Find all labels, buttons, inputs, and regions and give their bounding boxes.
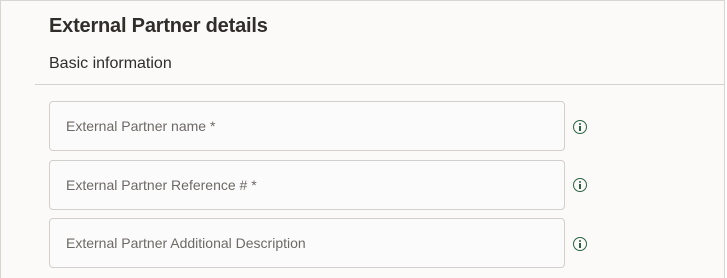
partner-name-field[interactable] <box>49 101 565 151</box>
partner-reference-info-icon[interactable] <box>573 178 587 192</box>
page-title: External Partner details <box>49 15 268 37</box>
partner-reference-field[interactable] <box>49 160 565 210</box>
partner-description-input[interactable] <box>50 219 564 267</box>
partner-description-info-icon[interactable] <box>573 237 587 251</box>
partner-name-input[interactable] <box>50 102 564 150</box>
section-divider <box>35 84 724 85</box>
partner-name-info-icon[interactable] <box>573 120 587 134</box>
section-title: Basic information <box>49 55 172 72</box>
partner-description-field[interactable] <box>49 218 565 268</box>
partner-details-panel: External Partner details Basic informati… <box>0 0 725 278</box>
partner-reference-input[interactable] <box>50 161 564 209</box>
